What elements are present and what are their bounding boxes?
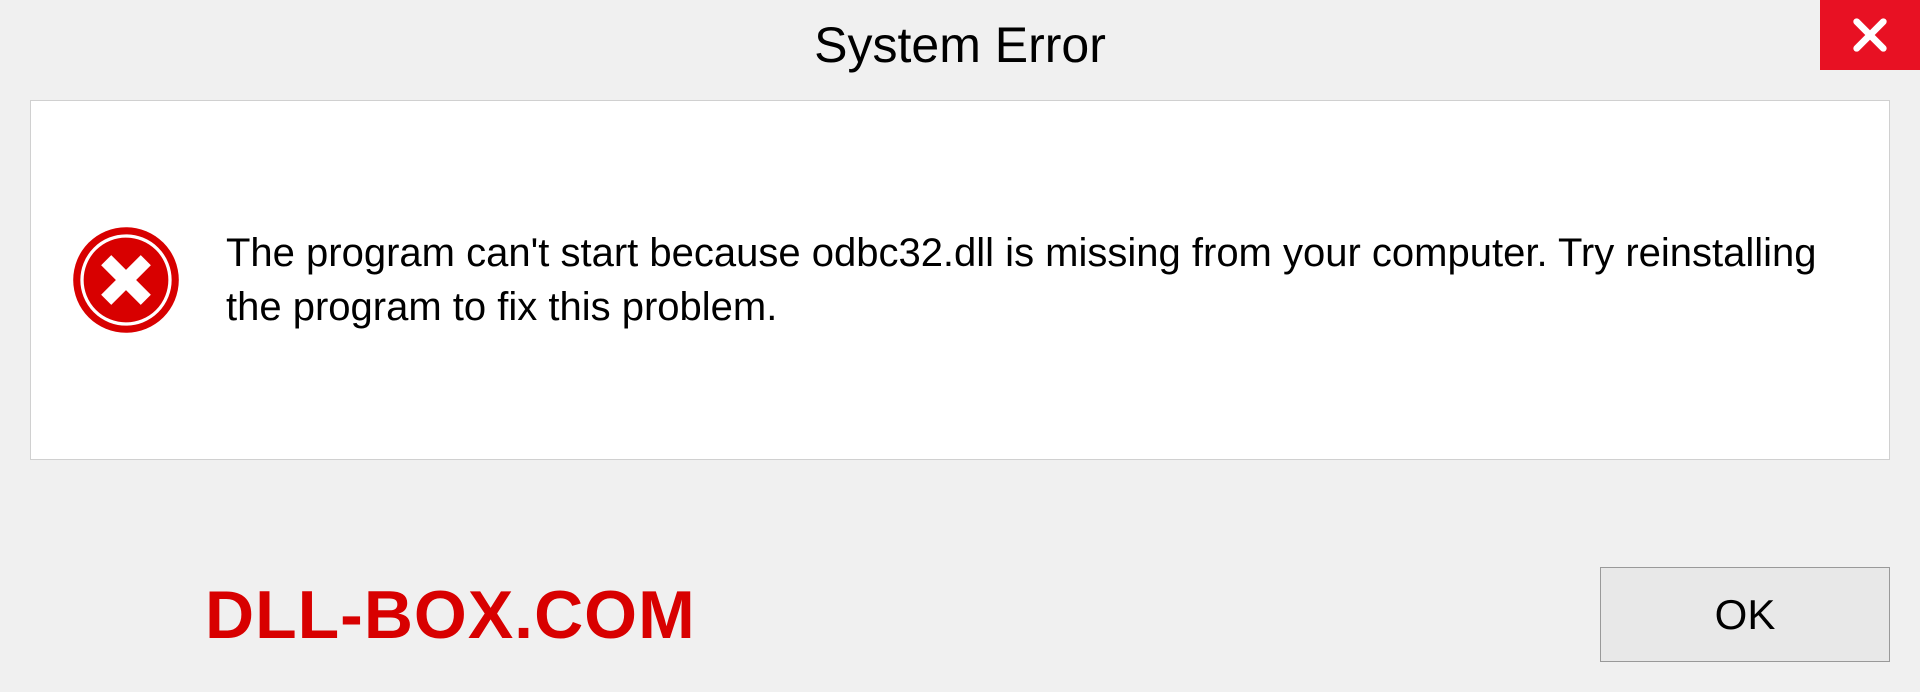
ok-button[interactable]: OK: [1600, 567, 1890, 662]
watermark-text: DLL-BOX.COM: [30, 576, 696, 654]
title-bar: System Error: [0, 0, 1920, 90]
close-icon: [1850, 15, 1890, 55]
error-dialog: System Error The program can't start bec…: [0, 0, 1920, 692]
close-button[interactable]: [1820, 0, 1920, 70]
dialog-title: System Error: [814, 16, 1106, 74]
dialog-footer: DLL-BOX.COM OK: [30, 567, 1890, 662]
error-icon: [71, 225, 181, 335]
content-panel: The program can't start because odbc32.d…: [30, 100, 1890, 460]
error-message: The program can't start because odbc32.d…: [226, 226, 1849, 334]
